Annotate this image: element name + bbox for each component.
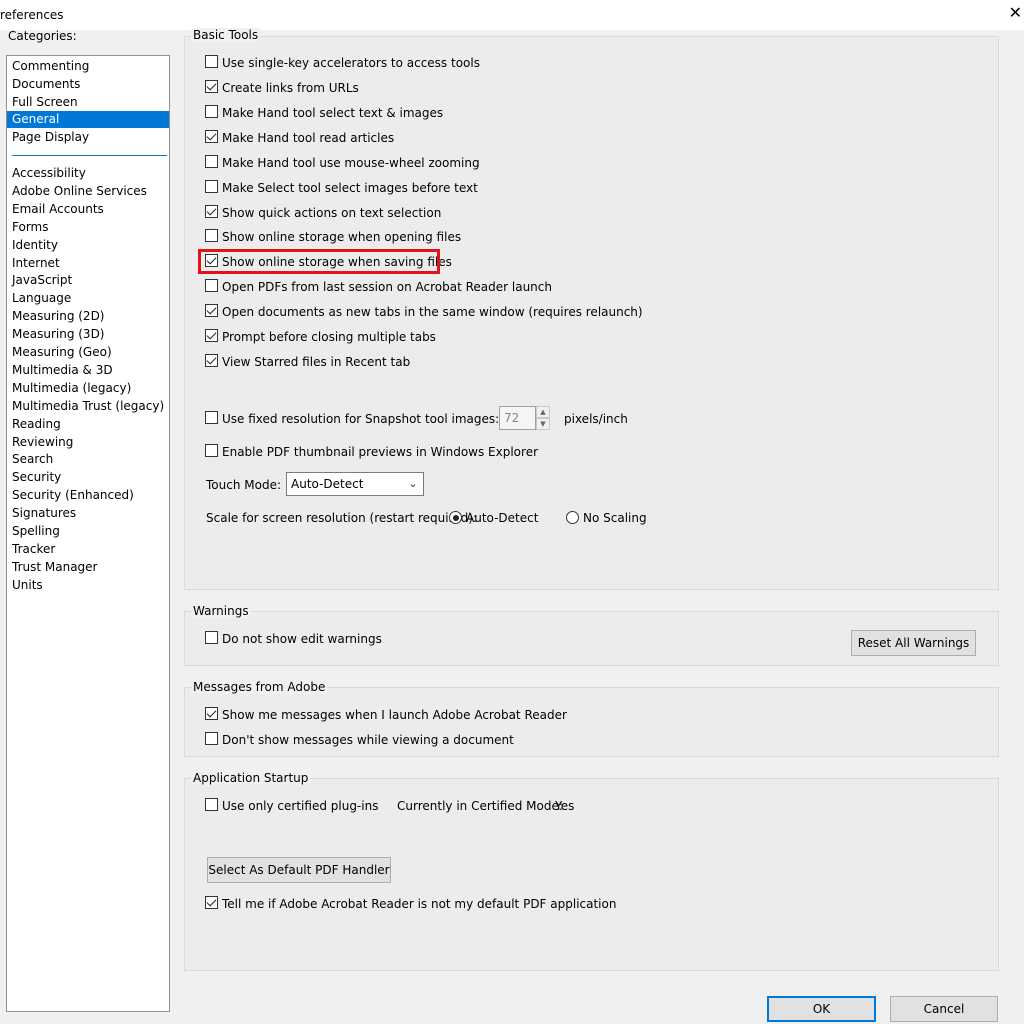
resolution-input[interactable]: 72 (499, 406, 536, 430)
scale-label: Scale for screen resolution (restart req… (206, 511, 478, 525)
category-item[interactable]: Full Screen (7, 94, 169, 111)
category-item[interactable]: Multimedia (legacy) (7, 380, 169, 397)
category-item[interactable]: Email Accounts (7, 201, 169, 218)
radio-label: Auto-Detect (466, 511, 539, 525)
checkbox[interactable] (205, 205, 218, 218)
highlight-box (198, 249, 440, 274)
category-item[interactable]: Multimedia & 3D (7, 362, 169, 379)
snapshot-checkbox[interactable] (205, 411, 218, 424)
checkbox[interactable] (205, 55, 218, 68)
category-item[interactable]: Tracker (7, 541, 169, 558)
category-item[interactable]: Signatures (7, 505, 169, 522)
close-icon[interactable]: ✕ (1009, 5, 1022, 21)
category-separator (12, 155, 167, 156)
window-title: references (0, 8, 64, 22)
category-item[interactable]: Page Display (7, 129, 169, 146)
category-item[interactable]: Language (7, 290, 169, 307)
category-item[interactable]: Search (7, 451, 169, 468)
warnings-title: Warnings (191, 604, 251, 618)
category-item[interactable]: Accessibility (7, 165, 169, 182)
category-item[interactable]: Adobe Online Services (7, 183, 169, 200)
category-item[interactable]: Measuring (3D) (7, 326, 169, 343)
option-label: Show me messages when I launch Adobe Acr… (222, 708, 567, 722)
checkbox[interactable] (205, 80, 218, 93)
title-bar: references ✕ (0, 0, 1024, 30)
category-item[interactable]: Measuring (2D) (7, 308, 169, 325)
checkbox[interactable] (205, 180, 218, 193)
category-item[interactable]: Measuring (Geo) (7, 344, 169, 361)
category-item[interactable]: Units (7, 577, 169, 594)
touch-mode-label: Touch Mode: (206, 478, 281, 492)
ok-button[interactable]: OK (767, 996, 876, 1022)
startup-title: Application Startup (191, 771, 311, 785)
option-label: Make Hand tool use mouse-wheel zooming (222, 156, 480, 170)
snapshot-label: Use fixed resolution for Snapshot tool i… (222, 412, 500, 426)
option-label: Make Select tool select images before te… (222, 181, 478, 195)
checkbox[interactable] (205, 229, 218, 242)
chevron-down-icon: ⌄ (408, 477, 418, 490)
option-label: Use only certified plug-ins (222, 799, 379, 813)
option-label: Make Hand tool read articles (222, 131, 395, 145)
category-item[interactable]: Security (7, 469, 169, 486)
checkbox[interactable] (205, 707, 218, 720)
thumbnail-label: Enable PDF thumbnail previews in Windows… (222, 445, 539, 459)
touch-mode-select[interactable]: Auto-Detect ⌄ (286, 472, 424, 496)
category-item[interactable]: Security (Enhanced) (7, 487, 169, 504)
messages-title: Messages from Adobe (191, 680, 328, 694)
option-label: Show online storage when opening files (222, 230, 462, 244)
checkbox[interactable] (205, 798, 218, 811)
option-label: Show quick actions on text selection (222, 206, 442, 220)
category-item[interactable]: Reading (7, 416, 169, 433)
checkbox[interactable] (205, 304, 218, 317)
certified-mode-value: Yes (555, 799, 575, 813)
checkbox[interactable] (205, 279, 218, 292)
category-item[interactable]: Commenting (7, 58, 169, 75)
checkbox[interactable] (205, 329, 218, 342)
checkbox[interactable] (205, 896, 218, 909)
option-label: Open PDFs from last session on Acrobat R… (222, 280, 552, 294)
checkbox[interactable] (205, 354, 218, 367)
checkbox[interactable] (205, 631, 218, 644)
checkbox[interactable] (205, 155, 218, 168)
option-label: Don't show messages while viewing a docu… (222, 733, 514, 747)
option-label: View Starred files in Recent tab (222, 355, 411, 369)
resolution-unit: pixels/inch (564, 412, 628, 426)
thumbnail-checkbox[interactable] (205, 444, 218, 457)
certified-mode-label: Currently in Certified Mode: (397, 799, 563, 813)
category-item[interactable]: Spelling (7, 523, 169, 540)
category-item[interactable]: Trust Manager (7, 559, 169, 576)
categories-list[interactable]: Commenting Documents Full Screen General… (6, 55, 170, 1012)
option-label: Use single-key accelerators to access to… (222, 56, 480, 70)
touch-mode-value: Auto-Detect (291, 477, 364, 491)
categories-label: Categories: (8, 29, 77, 43)
spin-up-icon[interactable]: ▲ (536, 406, 550, 418)
option-label: Open documents as new tabs in the same w… (222, 305, 643, 319)
category-item[interactable]: Multimedia Trust (legacy) (7, 398, 169, 415)
category-item[interactable]: JavaScript (7, 272, 169, 289)
checkbox[interactable] (205, 105, 218, 118)
option-label: Do not show edit warnings (222, 632, 382, 646)
category-item[interactable]: Forms (7, 219, 169, 236)
select-default-pdf-handler-button[interactable]: Select As Default PDF Handler (207, 857, 391, 883)
option-label: Prompt before closing multiple tabs (222, 330, 436, 344)
basic-tools-title: Basic Tools (191, 28, 261, 42)
reset-all-warnings-button[interactable]: Reset All Warnings (851, 630, 976, 656)
radio-button[interactable] (566, 511, 579, 524)
resolution-stepper[interactable]: 72 ▲ ▼ (499, 406, 551, 430)
category-item-selected[interactable]: General (7, 111, 169, 128)
checkbox[interactable] (205, 732, 218, 745)
option-label: Tell me if Adobe Acrobat Reader is not m… (222, 897, 617, 911)
radio-label: No Scaling (583, 511, 647, 525)
category-item[interactable]: Reviewing (7, 434, 169, 451)
category-item[interactable]: Documents (7, 76, 169, 93)
radio-button[interactable] (449, 511, 462, 524)
option-label: Make Hand tool select text & images (222, 106, 444, 120)
cancel-button[interactable]: Cancel (890, 996, 998, 1022)
category-item[interactable]: Identity (7, 237, 169, 254)
checkbox[interactable] (205, 130, 218, 143)
option-label: Create links from URLs (222, 81, 359, 95)
category-item[interactable]: Internet (7, 255, 169, 272)
spin-down-icon[interactable]: ▼ (536, 418, 550, 430)
